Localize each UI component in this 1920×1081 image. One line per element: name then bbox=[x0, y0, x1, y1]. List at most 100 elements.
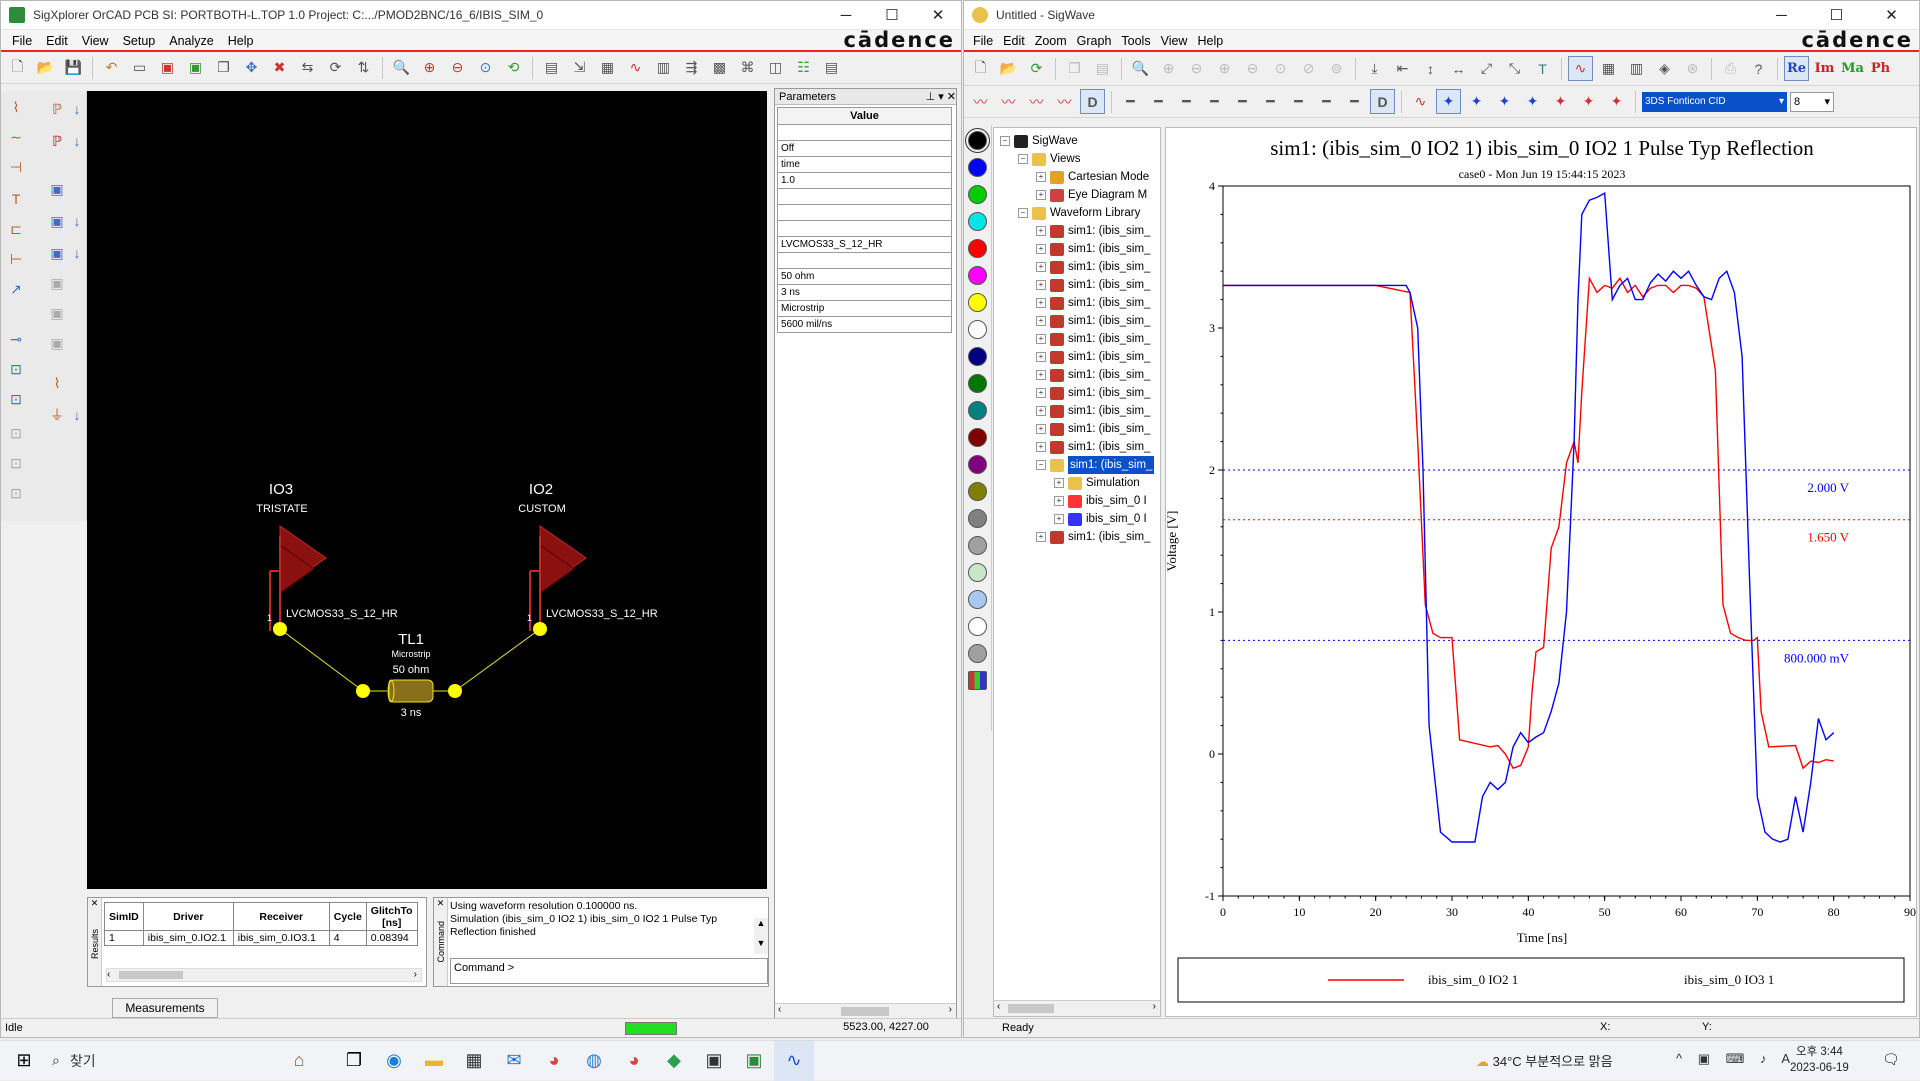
color-swatch[interactable] bbox=[968, 455, 987, 474]
text-annotation-icon[interactable]: T bbox=[1530, 56, 1555, 81]
tree-node[interactable]: + sim1: (ibis_sim_ bbox=[1036, 420, 1150, 438]
save-icon[interactable]: 💾 bbox=[61, 55, 86, 80]
tree-node[interactable]: + sim1: (ibis_sim_ bbox=[1036, 438, 1150, 456]
tree-node[interactable]: + sim1: (ibis_sim_ bbox=[1036, 276, 1150, 294]
col-simid[interactable]: SimID bbox=[104, 902, 144, 931]
bus-icon[interactable]: ⊡ bbox=[4, 357, 28, 381]
line-weight-3-icon[interactable]: ━ bbox=[1174, 89, 1199, 114]
tl1-pin-a-dot[interactable] bbox=[356, 684, 370, 698]
color-swatch[interactable] bbox=[968, 266, 987, 285]
copy-icon[interactable]: ❐ bbox=[211, 55, 236, 80]
weather-widget[interactable]: ☁ 34°C 부분적으로 맑음 bbox=[1476, 1051, 1613, 1070]
marker-horiz-icon[interactable]: ↔ bbox=[1446, 56, 1471, 81]
tree-node[interactable]: + Simulation bbox=[1054, 474, 1140, 492]
sigxplorer-taskbar-icon[interactable]: ▣ bbox=[734, 1041, 774, 1081]
properties-icon[interactable]: ▤ bbox=[539, 55, 564, 80]
marker-style-6-icon[interactable]: ✦ bbox=[1548, 89, 1573, 114]
color-swatch[interactable] bbox=[968, 428, 987, 447]
sigwave-taskbar-icon[interactable]: ∿ bbox=[774, 1040, 814, 1081]
help-icon[interactable]: ? bbox=[1746, 56, 1771, 81]
param-row[interactable] bbox=[777, 253, 952, 269]
mail-icon[interactable]: ✉ bbox=[494, 1041, 534, 1081]
line-weight-2-icon[interactable]: ━ bbox=[1146, 89, 1171, 114]
tree-node[interactable]: − Waveform Library bbox=[1018, 204, 1140, 222]
maximize-button[interactable]: ☐ bbox=[869, 1, 915, 30]
menu-edit[interactable]: Edit bbox=[998, 34, 1030, 48]
param-row[interactable] bbox=[777, 189, 952, 205]
dropdown-arrow-icon[interactable]: ↓ bbox=[65, 129, 89, 153]
trace-style-4-icon[interactable]: 〰 bbox=[1052, 89, 1077, 114]
tree-node[interactable]: + sim1: (ibis_sim_ bbox=[1036, 312, 1150, 330]
new-icon[interactable]: 🗋 bbox=[968, 56, 993, 81]
polar-icon[interactable]: ⊛ bbox=[1680, 56, 1705, 81]
histogram-icon[interactable]: ▥ bbox=[1624, 56, 1649, 81]
zoom-fit-icon[interactable]: ⊙ bbox=[1268, 56, 1293, 81]
edge-icon[interactable]: ◉ bbox=[374, 1041, 414, 1081]
delete-icon[interactable]: ✖ bbox=[267, 55, 292, 80]
zoom-prev-icon[interactable]: ⊘ bbox=[1296, 56, 1321, 81]
command-input[interactable]: Command > bbox=[450, 958, 768, 984]
color-swatch[interactable] bbox=[968, 320, 987, 339]
tree-node[interactable]: + sim1: (ibis_sim_ bbox=[1036, 384, 1150, 402]
param-row[interactable] bbox=[777, 221, 952, 237]
line-weight-4-icon[interactable]: ━ bbox=[1202, 89, 1227, 114]
village-widget-icon[interactable]: ⌂ bbox=[264, 1041, 334, 1081]
tree-node[interactable]: + Cartesian Mode bbox=[1036, 168, 1149, 186]
tree-node[interactable]: + ibis_sim_0 I bbox=[1054, 492, 1147, 510]
waveform-graph[interactable]: sim1: (ibis_sim_0 IO2 1) ibis_sim_0 IO2 … bbox=[1165, 127, 1917, 1017]
marker-down-icon[interactable]: ⤓ bbox=[1362, 56, 1387, 81]
undo-icon[interactable]: ↶ bbox=[99, 55, 124, 80]
tl1-pin-b-dot[interactable] bbox=[448, 684, 462, 698]
marker-style-1-icon[interactable]: ∿ bbox=[1408, 89, 1433, 114]
font-size-select[interactable]: 8 ▾ bbox=[1790, 91, 1834, 112]
rotate-icon[interactable]: ⟳ bbox=[323, 55, 348, 80]
search-box[interactable]: ⌕ 찾기 bbox=[44, 1045, 264, 1077]
color-swatch[interactable] bbox=[968, 536, 987, 555]
line-weight-7-icon[interactable]: ━ bbox=[1286, 89, 1311, 114]
color-swatch[interactable] bbox=[968, 617, 987, 636]
menu-file[interactable]: File bbox=[968, 34, 998, 48]
chip-icon[interactable]: ◫ bbox=[763, 55, 788, 80]
menu-help[interactable]: Help bbox=[221, 34, 261, 48]
param-row[interactable]: 1.0 bbox=[777, 173, 952, 189]
store-icon[interactable]: ▦ bbox=[454, 1041, 494, 1081]
color-swatch[interactable] bbox=[968, 212, 987, 231]
terminator-icon[interactable]: ⊡ bbox=[4, 387, 28, 411]
zoom-out-icon[interactable]: ⊖ bbox=[1184, 56, 1209, 81]
tree-node[interactable]: + sim1: (ibis_sim_ bbox=[1036, 222, 1150, 240]
pin-close-icons[interactable]: ⊥ ▾ ✕ bbox=[926, 90, 956, 103]
net-wire-right[interactable] bbox=[454, 628, 541, 692]
tree-node[interactable]: + sim1: (ibis_sim_ bbox=[1036, 348, 1150, 366]
color-swatch[interactable] bbox=[968, 293, 987, 312]
tree-node[interactable]: + sim1: (ibis_sim_ bbox=[1036, 330, 1150, 348]
color-swatch[interactable] bbox=[968, 590, 987, 609]
tree-node[interactable]: + sim1: (ibis_sim_ bbox=[1036, 240, 1150, 258]
dropdown-arrow-icon[interactable]: ↓ bbox=[65, 97, 89, 121]
zoom-in-icon[interactable]: ⊕ bbox=[1156, 56, 1181, 81]
eye-view-icon[interactable]: ◈ bbox=[1652, 56, 1677, 81]
mag-button[interactable]: Ma bbox=[1840, 56, 1865, 81]
line-weight-8-icon[interactable]: ━ bbox=[1314, 89, 1339, 114]
chrome-icon[interactable]: ◕ bbox=[534, 1041, 574, 1081]
color-swatch[interactable] bbox=[968, 185, 987, 204]
open-icon[interactable]: 📂 bbox=[996, 56, 1021, 81]
waveform-view-icon[interactable]: ∿ bbox=[1568, 56, 1593, 81]
param-row[interactable]: Microstrip bbox=[777, 301, 952, 317]
delete-page-icon[interactable]: ▣ bbox=[155, 55, 180, 80]
batch-icon[interactable]: ▥ bbox=[651, 55, 676, 80]
param-row[interactable]: 50 ohm bbox=[777, 269, 952, 285]
table-row[interactable]: 1 ibis_sim_0.IO2.1 ibis_sim_0.IO3.1 4 0.… bbox=[104, 930, 418, 946]
zoom-prev-icon[interactable]: ⟲ bbox=[501, 55, 526, 80]
menu-tools[interactable]: Tools bbox=[1116, 34, 1155, 48]
digital-trace-icon[interactable]: D bbox=[1080, 89, 1105, 114]
color-swatch[interactable] bbox=[968, 347, 987, 366]
add-page-icon[interactable]: ▣ bbox=[183, 55, 208, 80]
color-swatch[interactable] bbox=[968, 158, 987, 177]
task-view-icon[interactable]: ❐ bbox=[334, 1041, 374, 1081]
tree-node[interactable]: − sim1: (ibis_sim_ bbox=[1036, 456, 1155, 474]
chrome-alt-icon[interactable]: ◕ bbox=[614, 1041, 654, 1081]
marker-left-icon[interactable]: ⇤ bbox=[1390, 56, 1415, 81]
network-icon[interactable]: ☷ bbox=[791, 55, 816, 80]
tree-node[interactable]: − Views bbox=[1018, 150, 1080, 168]
tree-node[interactable]: + sim1: (ibis_sim_ bbox=[1036, 528, 1150, 546]
